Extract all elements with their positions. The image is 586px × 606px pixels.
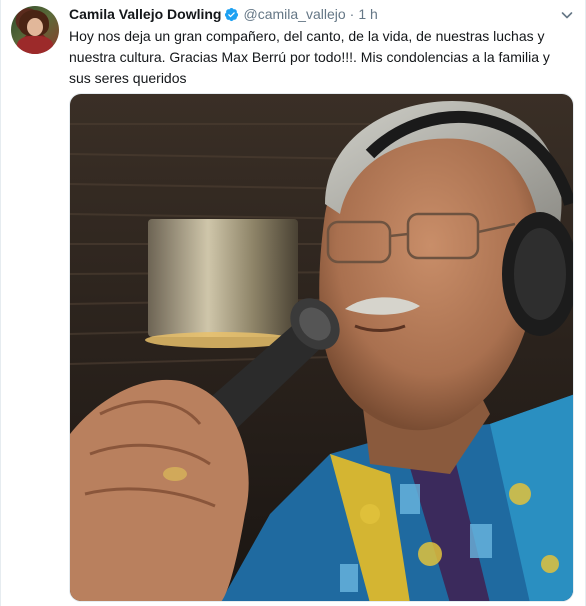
avatar-shirt: [17, 36, 53, 54]
display-name[interactable]: Camila Vallejo Dowling: [69, 6, 221, 22]
avatar-face: [27, 18, 43, 36]
separator-dot: ·: [349, 6, 355, 22]
chevron-down-icon[interactable]: [561, 8, 573, 20]
lamp-shade: [148, 219, 298, 337]
tweet-card[interactable]: Camila Vallejo Dowling @camila_vallejo ·…: [0, 0, 586, 606]
user-handle[interactable]: @camila_vallejo: [243, 6, 345, 22]
tweet-header: Camila Vallejo Dowling @camila_vallejo ·…: [69, 4, 573, 24]
tweet-timestamp[interactable]: 1 h: [358, 6, 377, 22]
avatar[interactable]: [11, 6, 59, 54]
verified-badge-icon: [224, 7, 239, 22]
tweet-text: Hoy nos deja un gran compañero, del cant…: [69, 28, 550, 86]
tweet-photo[interactable]: [69, 93, 574, 602]
